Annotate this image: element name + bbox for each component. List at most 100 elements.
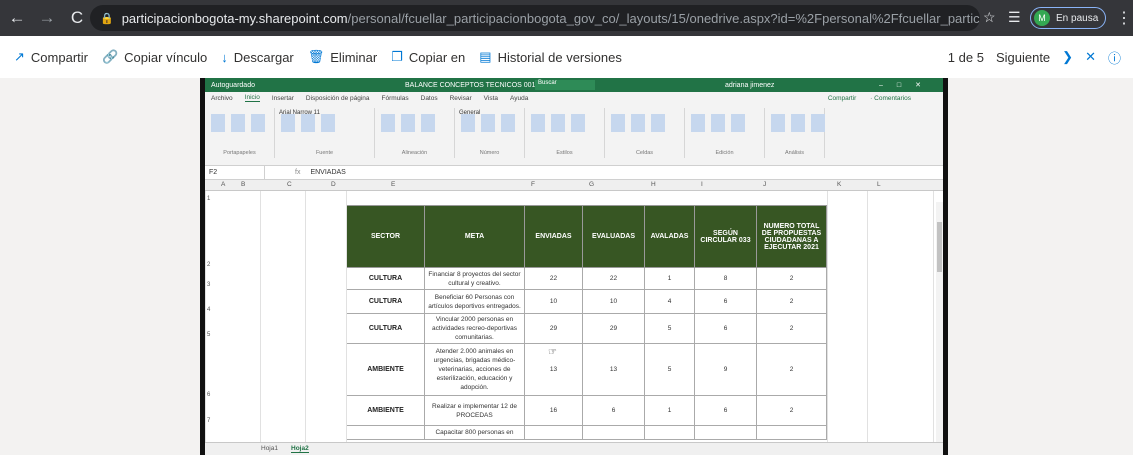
row-header[interactable]: 6 bbox=[207, 392, 210, 398]
delete-button[interactable]: 🗑 Eliminar bbox=[308, 49, 377, 65]
cell-total[interactable]: 2 bbox=[756, 313, 827, 344]
sheet-tab-hoja1[interactable]: Hoja1 bbox=[261, 445, 278, 452]
excel-share-comments[interactable]: Compartir · Comentarios bbox=[828, 95, 923, 102]
forward-icon[interactable]: → bbox=[34, 5, 60, 31]
cell-avaladas[interactable]: 4 bbox=[644, 289, 695, 314]
cell-sector[interactable]: CULTURA bbox=[346, 289, 425, 314]
ribbon-button[interactable] bbox=[401, 114, 415, 132]
cell-evaluadas[interactable]: 6 bbox=[582, 395, 645, 426]
cell-enviadas[interactable]: 29 bbox=[524, 313, 583, 344]
cell-circular[interactable]: 6 bbox=[694, 289, 757, 314]
column-header[interactable]: C bbox=[287, 181, 292, 188]
window-controls-icon[interactable]: –□✕ bbox=[879, 81, 935, 89]
scroll-thumb[interactable] bbox=[937, 222, 942, 272]
cell-enviadas[interactable]: 16 bbox=[524, 395, 583, 426]
ribbon-button[interactable] bbox=[481, 114, 495, 132]
chevron-right-icon[interactable]: ❯ bbox=[1062, 49, 1073, 65]
ribbon-button[interactable] bbox=[281, 114, 295, 132]
cell-sector[interactable]: CULTURA bbox=[346, 313, 425, 344]
cell-sector[interactable]: AMBIENTE bbox=[346, 395, 425, 426]
share-button[interactable]: ↗ Compartir bbox=[14, 49, 88, 65]
ribbon-button[interactable] bbox=[321, 114, 335, 132]
row-header[interactable]: 5 bbox=[207, 332, 210, 338]
profile-button[interactable]: M En pausa bbox=[1030, 7, 1106, 29]
ribbon-button[interactable] bbox=[381, 114, 395, 132]
back-icon[interactable]: ← bbox=[4, 5, 30, 31]
cell-avaladas[interactable]: 5 bbox=[644, 313, 695, 344]
excel-tab-revisar[interactable]: Revisar bbox=[450, 95, 472, 102]
reload-icon[interactable]: C bbox=[64, 5, 90, 31]
copy-link-button[interactable]: 🔗 Copiar vínculo bbox=[102, 49, 207, 65]
excel-tab-inicio[interactable]: Inicio bbox=[244, 94, 260, 102]
ribbon-button[interactable] bbox=[651, 114, 665, 132]
ribbon-button[interactable] bbox=[501, 114, 515, 132]
cell-sector[interactable]: AMBIENTE bbox=[346, 343, 425, 396]
ribbon-button[interactable] bbox=[571, 114, 585, 132]
cell-total[interactable]: 2 bbox=[756, 343, 827, 396]
cell-circular[interactable]: 6 bbox=[694, 313, 757, 344]
cell-evaluadas[interactable]: 22 bbox=[582, 267, 645, 290]
column-header[interactable]: F bbox=[531, 181, 535, 188]
excel-tab-disposici-n-de-p-gina[interactable]: Disposición de página bbox=[306, 95, 370, 102]
ribbon-button[interactable] bbox=[811, 114, 825, 132]
excel-tab-insertar[interactable]: Insertar bbox=[272, 95, 294, 102]
row-header[interactable]: 3 bbox=[207, 282, 210, 288]
ribbon-button[interactable] bbox=[731, 114, 745, 132]
column-header[interactable]: K bbox=[837, 181, 841, 188]
cell-sector[interactable] bbox=[346, 425, 425, 440]
excel-tab-archivo[interactable]: Archivo bbox=[211, 95, 233, 102]
cell-meta[interactable]: Vincular 2000 personas en actividades re… bbox=[424, 313, 525, 344]
ribbon-button[interactable] bbox=[211, 114, 225, 132]
column-header[interactable]: L bbox=[877, 181, 881, 188]
column-header[interactable]: A bbox=[221, 181, 225, 188]
cell-sector[interactable]: CULTURA bbox=[346, 267, 425, 290]
bookmark-star-icon[interactable]: ☆ bbox=[983, 9, 996, 26]
ribbon-button[interactable] bbox=[611, 114, 625, 132]
column-header[interactable]: J bbox=[763, 181, 766, 188]
cell-enviadas[interactable]: 22 bbox=[524, 267, 583, 290]
ribbon-button[interactable] bbox=[301, 114, 315, 132]
ribbon-button[interactable] bbox=[531, 114, 545, 132]
excel-tab-ayuda[interactable]: Ayuda bbox=[510, 95, 528, 102]
column-header[interactable]: H bbox=[651, 181, 656, 188]
ribbon-button[interactable] bbox=[551, 114, 565, 132]
cell-total[interactable]: 2 bbox=[756, 395, 827, 426]
column-header[interactable]: D bbox=[331, 181, 336, 188]
cell-circular[interactable]: 6 bbox=[694, 395, 757, 426]
formula-value[interactable]: ENVIADAS bbox=[310, 169, 345, 176]
sheet-tab-hoja2[interactable]: Hoja2 bbox=[291, 445, 309, 453]
cell-avaladas[interactable]: 1 bbox=[644, 267, 695, 290]
number-format-picker[interactable]: General bbox=[459, 110, 480, 116]
row-header[interactable]: 4 bbox=[207, 307, 210, 313]
download-button[interactable]: ↓ Descargar bbox=[221, 50, 293, 65]
cell-meta[interactable]: Atender 2.000 animales en urgencias, bri… bbox=[424, 343, 525, 396]
ribbon-button[interactable] bbox=[711, 114, 725, 132]
copy-to-button[interactable]: ❐ Copiar en bbox=[391, 49, 465, 65]
row-header[interactable]: 1 bbox=[207, 196, 210, 202]
column-header[interactable]: B bbox=[241, 181, 245, 188]
cell-enviadas[interactable] bbox=[524, 425, 583, 440]
close-icon[interactable]: ✕ bbox=[1085, 49, 1096, 65]
version-history-button[interactable]: ▤ Historial de versiones bbox=[479, 49, 622, 65]
excel-tab-vista[interactable]: Vista bbox=[484, 95, 498, 102]
address-bar[interactable]: 🔒 participacionbogota-my.sharepoint.com /… bbox=[90, 5, 980, 31]
cell-meta[interactable]: Realizar e implementar 12 de PROCEDAS bbox=[424, 395, 525, 426]
name-box[interactable]: F2 bbox=[205, 166, 265, 179]
cell-total[interactable] bbox=[756, 425, 827, 440]
cell-avaladas[interactable]: 5 bbox=[644, 343, 695, 396]
ribbon-button[interactable] bbox=[771, 114, 785, 132]
cell-evaluadas[interactable]: 29 bbox=[582, 313, 645, 344]
excel-tab-f-rmulas[interactable]: Fórmulas bbox=[382, 95, 409, 102]
ribbon-button[interactable] bbox=[461, 114, 475, 132]
row-header[interactable]: 2 bbox=[207, 262, 210, 268]
column-header[interactable]: E bbox=[391, 181, 395, 188]
next-button[interactable]: Siguiente bbox=[996, 50, 1050, 65]
ribbon-button[interactable] bbox=[791, 114, 805, 132]
cell-meta[interactable]: Capacitar 800 personas en bbox=[424, 425, 525, 440]
cell-circular[interactable]: 8 bbox=[694, 267, 757, 290]
ribbon-button[interactable] bbox=[421, 114, 435, 132]
row-header[interactable]: 7 bbox=[207, 418, 210, 424]
cell-meta[interactable]: Beneficiar 60 Personas con artículos dep… bbox=[424, 289, 525, 314]
browser-menu-icon[interactable]: ⋮ bbox=[1116, 8, 1132, 28]
cell-total[interactable]: 2 bbox=[756, 267, 827, 290]
